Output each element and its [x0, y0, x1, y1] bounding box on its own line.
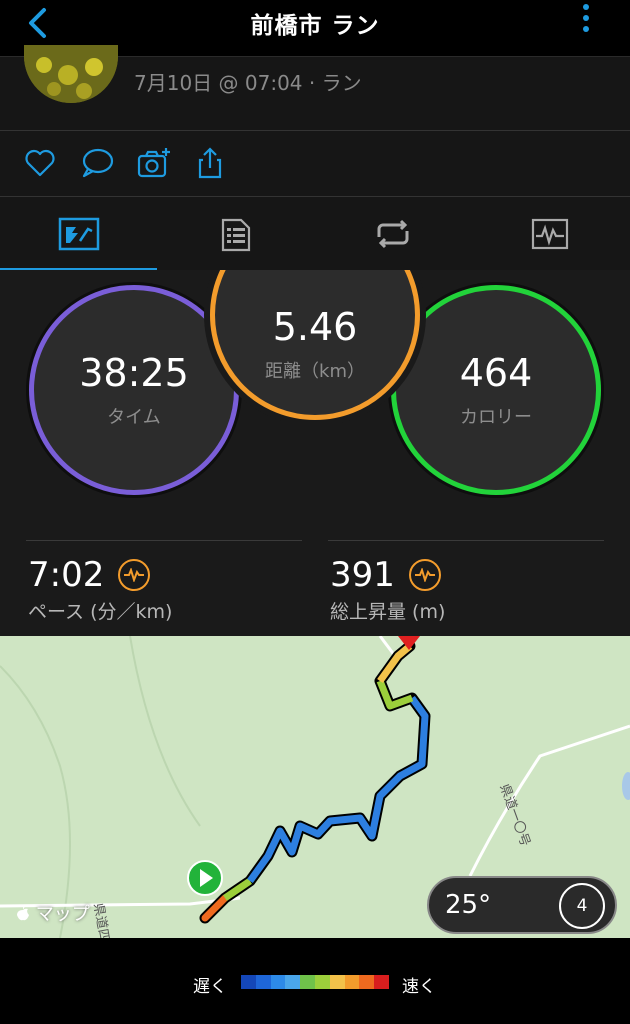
legend-color-swatch: [255, 975, 271, 989]
map-attribution-text: マップ: [35, 904, 90, 925]
legend-color-bar: [241, 975, 389, 989]
calories-ring: 464 カロリー: [391, 285, 601, 495]
tab-charts[interactable]: [471, 197, 628, 271]
chart-icon: [531, 218, 568, 250]
tab-bar: [0, 196, 630, 271]
comment-button[interactable]: [79, 145, 115, 181]
calories-value: 464: [459, 351, 533, 395]
tab-details[interactable]: [157, 197, 314, 271]
legend-color-swatch: [374, 975, 389, 989]
pace-stat[interactable]: 7:02 ペース (分／km): [28, 555, 172, 624]
legend-color-swatch: [285, 975, 301, 989]
divider: [328, 540, 604, 541]
stats-panel: 38:25 タイム 464 カロリー 5.46 距離（km） 7:02 ペース …: [0, 270, 630, 636]
legend-color-swatch: [359, 975, 375, 989]
tab-laps[interactable]: [314, 197, 471, 271]
legend-color-swatch: [344, 975, 360, 989]
pace-value: 7:02: [28, 555, 105, 595]
map-attribution: マップ: [16, 900, 90, 926]
legend-fast-label: 速く: [402, 977, 436, 997]
temperature-value: 25°: [445, 890, 492, 920]
comment-icon: [82, 148, 114, 178]
avatar[interactable]: [24, 45, 118, 103]
legend-slow-label: 遅く: [193, 977, 227, 997]
action-bar: [0, 130, 630, 196]
route-map[interactable]: 県道一〇号 県道四号 マップ 25° 4: [0, 636, 630, 938]
tab-overview[interactable]: [0, 197, 157, 271]
activity-date: 7月10日 @ 07:04 · ラン: [134, 71, 362, 95]
start-marker-icon: [187, 860, 223, 896]
like-button[interactable]: [22, 145, 58, 181]
distance-ring: 5.46 距離（km）: [210, 270, 420, 420]
time-value: 38:25: [79, 351, 189, 395]
pace-label: ペース (分／km): [28, 601, 173, 623]
more-dot-icon: [583, 4, 589, 10]
legend-color-swatch: [241, 975, 256, 989]
time-label: タイム: [107, 407, 161, 428]
heart-icon: [25, 149, 55, 177]
elevation-stat[interactable]: 391 総上昇量 (m): [330, 555, 445, 624]
legend-color-swatch: [300, 975, 315, 989]
more-dot-icon: [583, 26, 589, 32]
avatar-image: [24, 45, 118, 103]
heartbeat-icon: [118, 559, 151, 591]
distance-label: 距離（km）: [265, 361, 365, 382]
add-photo-button[interactable]: [136, 145, 172, 181]
camera-plus-icon: [137, 148, 170, 178]
time-ring: 38:25 タイム: [29, 285, 239, 495]
divider: [26, 540, 302, 541]
more-dot-icon: [583, 15, 589, 21]
calories-label: カロリー: [460, 407, 532, 428]
more-options-button[interactable]: [578, 4, 594, 40]
elevation-label: 総上昇量 (m): [330, 601, 446, 623]
elevation-value: 391: [330, 555, 395, 595]
apple-logo-icon: [17, 906, 29, 921]
legend-color-swatch: [329, 975, 345, 989]
activity-header: 7月10日 @ 07:04 · ラン: [0, 45, 630, 130]
heartbeat-icon: [408, 559, 441, 591]
pace-legend: 遅く 速く: [0, 938, 630, 1024]
weather-widget[interactable]: 25° 4: [427, 876, 617, 934]
page-title: 前橋市 ラン: [250, 13, 380, 39]
share-icon: [198, 147, 222, 179]
overview-icon: [58, 217, 99, 251]
legend-color-swatch: [314, 975, 330, 989]
document-icon: [221, 218, 250, 252]
distance-value: 5.46: [272, 305, 358, 349]
repeat-icon: [377, 219, 408, 249]
share-button[interactable]: [192, 145, 228, 181]
legend-color-swatch: [270, 975, 286, 989]
wind-speed-dial: 4: [559, 883, 605, 929]
